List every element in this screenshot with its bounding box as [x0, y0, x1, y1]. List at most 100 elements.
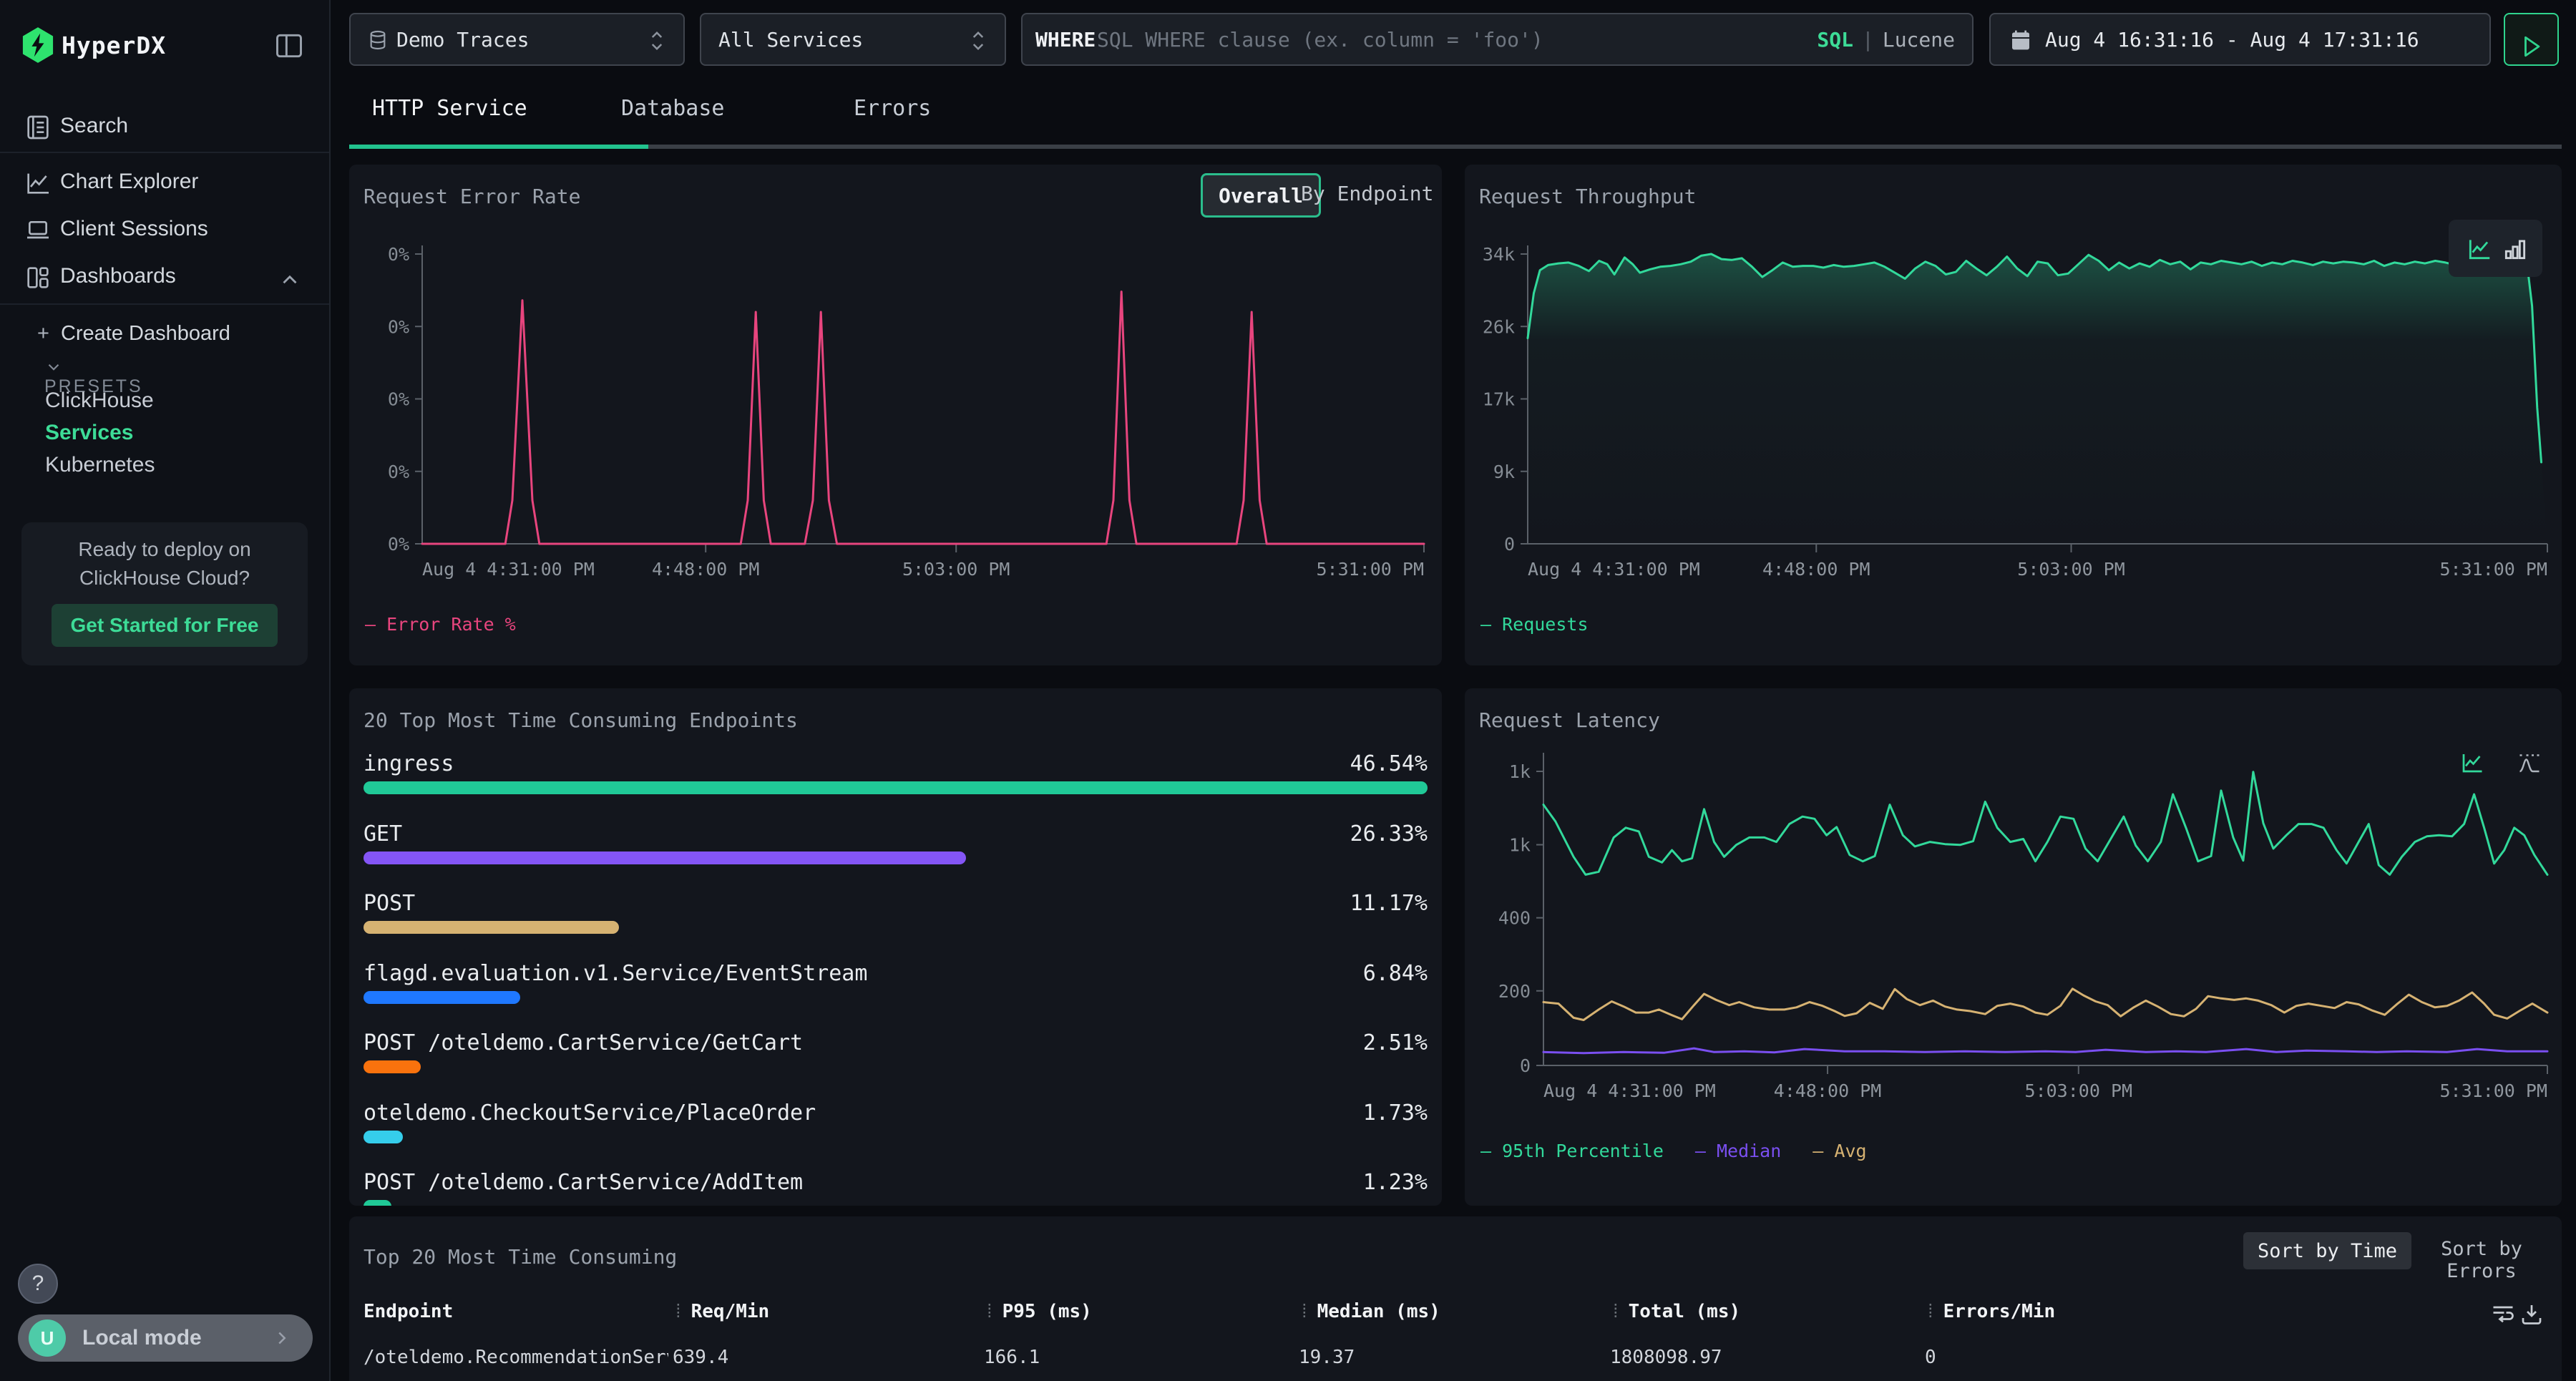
create-dashboard-button[interactable]: +Create Dashboard: [37, 322, 230, 346]
sidebar: HyperDX Search Chart Explorer Client Ses…: [0, 0, 331, 1381]
table-cell[interactable]: /oteldemo.RecommendationServ: [364, 1347, 668, 1368]
source-select[interactable]: Demo Traces: [349, 13, 685, 66]
time-range-value: Aug 4 16:31:16 - Aug 4 17:31:16: [2045, 28, 2419, 52]
endpoint-percent: 2.51%: [1363, 1030, 1428, 1055]
svg-text:0%: 0%: [388, 534, 409, 555]
user-menu[interactable]: U Local mode: [18, 1314, 313, 1362]
preset-item-kubernetes[interactable]: Kubernetes: [45, 453, 155, 477]
svg-text:0%: 0%: [388, 316, 409, 337]
sort-by-errors-button[interactable]: Sort by Errors: [2401, 1238, 2562, 1282]
lucene-mode-button[interactable]: Lucene: [1883, 28, 1955, 52]
brand-row: HyperDX: [0, 26, 331, 66]
download-icon[interactable]: [2519, 1301, 2545, 1327]
where-keyword: WHERE: [1035, 28, 1096, 52]
legend-requests: — Requests: [1480, 614, 1589, 635]
panel-title: Request Latency: [1479, 708, 1660, 732]
divider: [0, 152, 329, 153]
svg-text:17k: 17k: [1483, 389, 1515, 410]
get-started-button[interactable]: Get Started for Free: [52, 604, 278, 647]
source-select-value: Demo Traces: [396, 28, 529, 52]
sidebar-item-dashboards[interactable]: Dashboards: [0, 253, 331, 301]
column-drag-handle[interactable]: ⁞: [1925, 1301, 1936, 1322]
tab-database[interactable]: Database: [621, 96, 725, 121]
active-tab-underline: [349, 145, 648, 149]
column-drag-handle[interactable]: ⁞: [1610, 1301, 1621, 1322]
plus-icon: +: [37, 322, 49, 345]
chart-legend: — Error Rate %: [365, 614, 547, 635]
table-cell: 19.37: [1299, 1347, 1355, 1368]
sql-mode-button[interactable]: SQL: [1817, 28, 1853, 52]
svg-text:0%: 0%: [388, 389, 409, 410]
select-chevrons-icon: [967, 26, 989, 55]
table-cell: 166.1: [984, 1347, 1040, 1368]
run-query-button[interactable]: [2504, 13, 2559, 66]
sidebar-collapse-icon[interactable]: [273, 30, 305, 62]
column-drag-handle[interactable]: ⁞: [673, 1301, 684, 1322]
svg-text:5:03:00 PM: 5:03:00 PM: [902, 559, 1010, 580]
svg-text:5:31:00 PM: 5:31:00 PM: [2439, 559, 2547, 580]
sort-by-time-button[interactable]: Sort by Time: [2243, 1232, 2411, 1269]
endpoint-percent: 26.33%: [1350, 821, 1428, 846]
endpoint-label[interactable]: POST: [364, 891, 415, 916]
column-header-req-min[interactable]: ⁞Req/Min: [673, 1301, 769, 1323]
hyperdx-logo-icon: [21, 27, 54, 63]
endpoint-percent: 6.84%: [1363, 961, 1428, 986]
sidebar-item-chart-explorer[interactable]: Chart Explorer: [0, 159, 331, 206]
tab-http-service[interactable]: HTTP Service: [372, 96, 527, 121]
column-header-p95-ms-[interactable]: ⁞P95 (ms): [984, 1301, 1092, 1323]
request-throughput-panel: Request Throughput 34k26k17k9k0Aug 4 4:3…: [1465, 165, 2562, 665]
endpoint-bar: [364, 851, 966, 864]
svg-text:Aug 4 4:31:00 PM: Aug 4 4:31:00 PM: [1543, 1080, 1716, 1101]
chevron-up-icon: [278, 268, 302, 292]
endpoint-bar: [364, 921, 619, 934]
wrap-text-icon[interactable]: [2490, 1301, 2516, 1327]
top-endpoints-panel: 20 Top Most Time Consuming Endpoints ing…: [349, 688, 1442, 1206]
svg-text:400: 400: [1498, 908, 1531, 929]
column-header-median-ms-[interactable]: ⁞Median (ms): [1299, 1301, 1440, 1323]
chevron-right-icon: [271, 1327, 293, 1349]
by-endpoint-button[interactable]: By Endpoint: [1301, 182, 1433, 205]
preset-item-clickhouse[interactable]: ClickHouse: [45, 389, 154, 413]
help-button[interactable]: ?: [18, 1264, 58, 1304]
endpoint-label[interactable]: POST /oteldemo.CartService/GetCart: [364, 1030, 803, 1055]
endpoint-label[interactable]: flagd.evaluation.v1.Service/EventStream: [364, 961, 867, 986]
endpoint-percent: 46.54%: [1350, 751, 1428, 776]
endpoint-bar: [364, 1060, 421, 1073]
svg-text:26k: 26k: [1483, 316, 1515, 337]
endpoint-label[interactable]: ingress: [364, 751, 454, 776]
search-input[interactable]: WHERE SQL WHERE clause (ex. column = 'fo…: [1021, 13, 1974, 66]
svg-text:4:48:00 PM: 4:48:00 PM: [652, 559, 760, 580]
sidebar-item-label: Search: [60, 114, 128, 138]
endpoint-percent: 1.73%: [1363, 1101, 1428, 1126]
line-chart-icon[interactable]: [2466, 235, 2493, 263]
chart-legend: — Requests: [1480, 614, 1620, 635]
endpoint-label[interactable]: GET: [364, 821, 402, 846]
svg-text:5:03:00 PM: 5:03:00 PM: [2017, 559, 2125, 580]
sidebar-item-client-sessions[interactable]: Client Sessions: [0, 206, 331, 253]
service-select[interactable]: All Services: [700, 13, 1006, 66]
sidebar-item-search[interactable]: Search: [0, 103, 331, 150]
endpoint-label[interactable]: POST /oteldemo.CartService/AddItem: [364, 1170, 803, 1195]
column-drag-handle[interactable]: ⁞: [1299, 1301, 1310, 1322]
legend-error-rate-: — Error Rate %: [365, 614, 516, 635]
time-range-picker[interactable]: Aug 4 16:31:16 - Aug 4 17:31:16: [1989, 13, 2491, 66]
latency-chart: 1k1k4002000Aug 4 4:31:00 PM4:48:00 PM5:0…: [1465, 753, 2562, 1130]
column-header-endpoint[interactable]: Endpoint: [364, 1301, 453, 1322]
bar-chart-icon[interactable]: [2502, 235, 2529, 263]
svg-text:4:48:00 PM: 4:48:00 PM: [1762, 559, 1870, 580]
column-header-errors-min[interactable]: ⁞Errors/Min: [1925, 1301, 2055, 1323]
column-header-total-ms-[interactable]: ⁞Total (ms): [1610, 1301, 1740, 1323]
svg-text:5:03:00 PM: 5:03:00 PM: [2025, 1080, 2133, 1101]
avatar: U: [29, 1319, 66, 1357]
preset-item-services[interactable]: Services: [45, 421, 133, 445]
panel-title: Request Error Rate: [364, 185, 580, 208]
endpoint-label[interactable]: oteldemo.CheckoutService/PlaceOrder: [364, 1101, 816, 1126]
column-drag-handle[interactable]: ⁞: [984, 1301, 995, 1322]
chevron-down-icon: [44, 358, 63, 376]
throughput-chart: 34k26k17k9k0Aug 4 4:31:00 PM4:48:00 PM5:…: [1465, 236, 2562, 608]
table-cell: 639.4: [673, 1347, 728, 1368]
legend-95th-percentile: — 95th Percentile: [1480, 1141, 1664, 1161]
top-time-consuming-table-panel: Top 20 Most Time Consuming Sort by Time …: [349, 1216, 2562, 1381]
table-title: Top 20 Most Time Consuming: [364, 1245, 677, 1269]
tab-errors[interactable]: Errors: [854, 96, 931, 121]
